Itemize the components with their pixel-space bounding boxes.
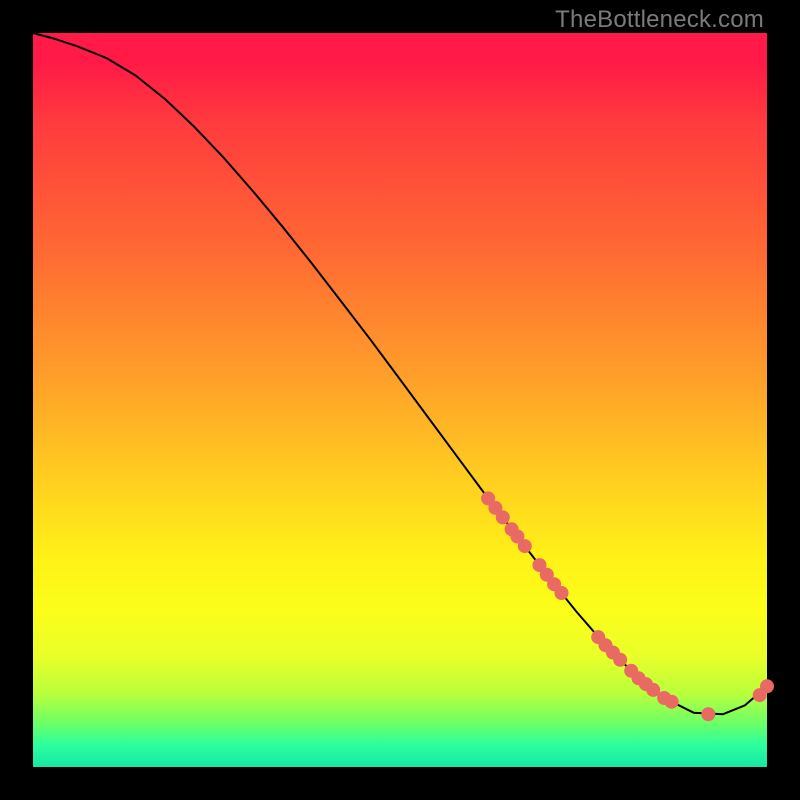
- data-marker: [613, 653, 627, 667]
- watermark-text: TheBottleneck.com: [555, 6, 764, 34]
- chart-svg: [33, 33, 767, 767]
- data-marker: [701, 707, 715, 721]
- curve-path: [33, 33, 767, 714]
- data-marker: [760, 679, 774, 693]
- data-marker: [665, 695, 679, 709]
- marker-group: [481, 491, 774, 721]
- data-marker: [555, 586, 569, 600]
- data-marker: [518, 539, 532, 553]
- data-marker: [496, 510, 510, 524]
- chart-container: TheBottleneck.com: [0, 0, 800, 800]
